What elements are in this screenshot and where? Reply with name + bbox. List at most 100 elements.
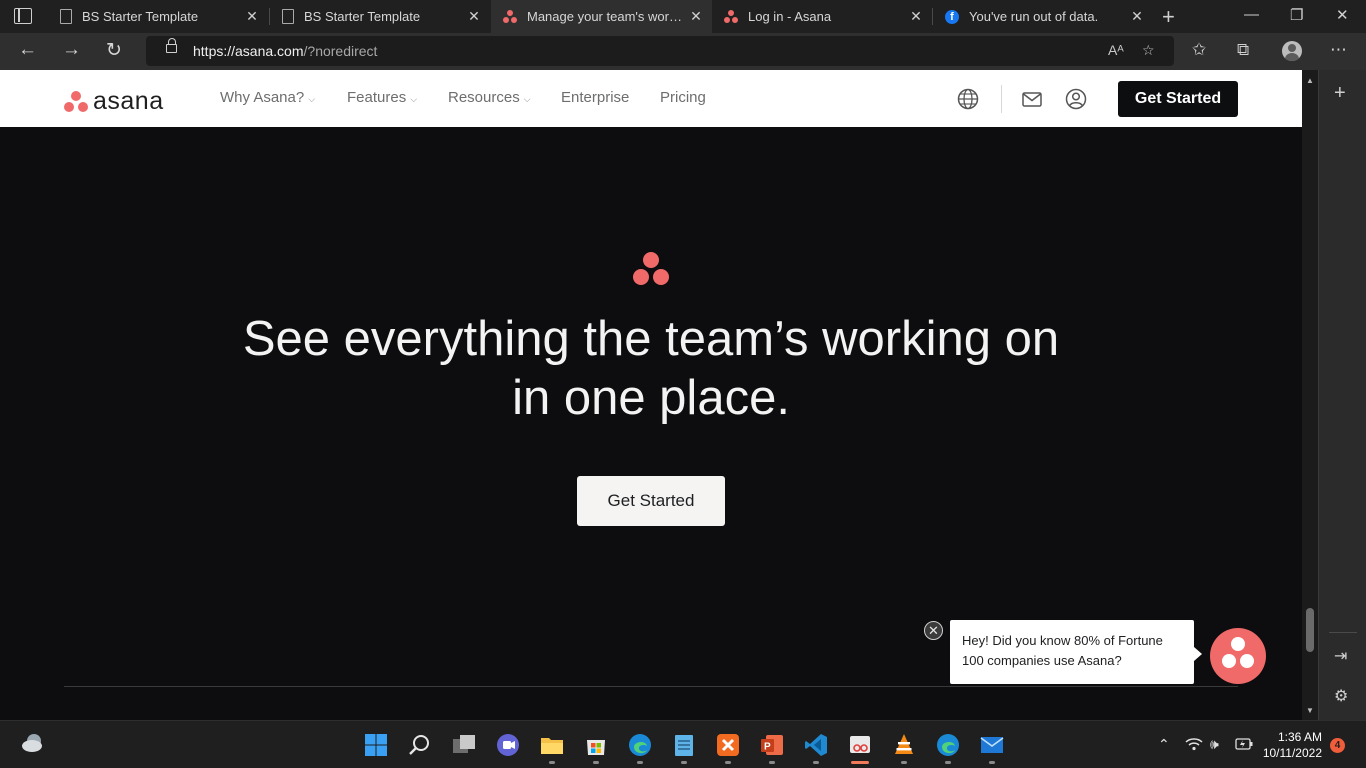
browser-tab[interactable]: f You've run out of data. ✕ xyxy=(933,0,1153,33)
chat-message-bubble[interactable]: Hey! Did you know 80% of Fortune 100 com… xyxy=(950,620,1202,684)
profile-icon[interactable] xyxy=(1282,41,1302,61)
browser-tab-strip: BS Starter Template ✕ BS Starter Templat… xyxy=(0,0,1366,33)
tab-close-icon[interactable]: ✕ xyxy=(466,8,482,25)
page-scrollbar[interactable]: ▲ ▼ xyxy=(1302,70,1318,720)
browser-tab[interactable]: BS Starter Template ✕ xyxy=(270,0,490,33)
chevron-down-icon: ⌵ xyxy=(308,94,316,104)
running-indicator xyxy=(681,761,687,764)
windows-taskbar: P ⌃ 🕪 1:36 AM 10/11/2022 4 xyxy=(0,720,1366,768)
browser-tab[interactable]: BS Starter Template ✕ xyxy=(48,0,268,33)
collections-icon[interactable]: ⧉ xyxy=(1237,40,1249,60)
search-icon[interactable] xyxy=(408,733,432,757)
tab-close-icon[interactable]: ✕ xyxy=(244,8,260,25)
add-sidebar-app-icon[interactable]: + xyxy=(1334,82,1346,105)
wifi-icon[interactable] xyxy=(1185,737,1203,751)
hero-title: See everything the team’s working on in … xyxy=(242,312,1060,425)
lock-icon[interactable] xyxy=(166,38,177,53)
volume-icon[interactable]: 🕪 xyxy=(1210,736,1219,753)
browser-tab-active[interactable]: Manage your team's work, pr ✕ xyxy=(491,0,712,33)
task-view-icon[interactable] xyxy=(452,733,476,757)
nav-pricing[interactable]: Pricing xyxy=(660,89,706,106)
file-explorer-icon[interactable] xyxy=(540,733,564,757)
refresh-icon[interactable]: ↻ xyxy=(106,39,122,62)
sidebar-divider xyxy=(1329,632,1357,633)
sidebar-settings-icon[interactable]: ⚙ xyxy=(1334,686,1348,706)
running-indicator xyxy=(945,761,951,764)
xampp-icon[interactable] xyxy=(716,733,740,757)
chat-launcher-button[interactable] xyxy=(1210,628,1266,684)
running-indicator xyxy=(813,761,819,764)
windows-start-icon[interactable] xyxy=(364,733,388,757)
running-indicator xyxy=(593,761,599,764)
running-indicator xyxy=(989,761,995,764)
nav-why-asana[interactable]: Why Asana? ⌵ xyxy=(220,89,315,106)
system-clock[interactable]: 1:36 AM 10/11/2022 xyxy=(1262,729,1322,761)
show-hidden-icons-icon[interactable]: ⌃ xyxy=(1158,736,1170,753)
running-indicator xyxy=(637,761,643,764)
vlc-icon[interactable] xyxy=(892,733,916,757)
restore-icon[interactable]: ❐ xyxy=(1290,6,1303,24)
tab-title: Log in - Asana xyxy=(748,9,832,24)
edge-icon[interactable] xyxy=(936,733,960,757)
user-account-icon[interactable] xyxy=(1065,88,1087,110)
notepad-icon[interactable] xyxy=(672,733,696,757)
scroll-down-icon[interactable]: ▼ xyxy=(1306,706,1314,715)
browser-toolbar: ← → ↻ https://asana.com/?noredirect Aᴬ ☆… xyxy=(0,33,1366,70)
back-icon[interactable]: ← xyxy=(18,39,37,61)
vscode-icon[interactable] xyxy=(804,733,828,757)
running-indicator xyxy=(901,761,907,764)
read-aloud-icon[interactable]: Aᴬ xyxy=(1108,42,1124,58)
site-header: asana Why Asana? ⌵ Features ⌵ Resources ⌵ E… xyxy=(0,70,1302,127)
microsoft-store-icon[interactable] xyxy=(584,733,608,757)
battery-icon[interactable] xyxy=(1235,738,1253,750)
asana-logo[interactable]: asana xyxy=(63,87,164,116)
asana-icon xyxy=(503,9,517,24)
tab-close-icon[interactable]: ✕ xyxy=(908,8,924,25)
notification-badge[interactable]: 4 xyxy=(1330,738,1345,753)
new-tab-icon[interactable]: + xyxy=(1162,4,1175,30)
favorites-icon[interactable]: ✩ xyxy=(1192,40,1206,60)
asana-logo-icon xyxy=(63,90,89,113)
mail-icon[interactable] xyxy=(1021,88,1043,110)
header-divider xyxy=(1001,85,1002,113)
powerpoint-icon[interactable]: P xyxy=(760,733,784,757)
close-chat-icon[interactable]: ✕ xyxy=(924,621,943,640)
weather-icon[interactable] xyxy=(20,731,46,755)
close-window-icon[interactable]: ✕ xyxy=(1336,6,1349,24)
edge-sidebar: + ⇥ ⚙ xyxy=(1318,70,1366,720)
scroll-up-icon[interactable]: ▲ xyxy=(1306,76,1314,85)
nav-enterprise[interactable]: Enterprise xyxy=(561,89,629,106)
active-app-indicator xyxy=(851,761,869,764)
hero-get-started-button[interactable]: Get Started xyxy=(577,476,725,526)
add-favorite-icon[interactable]: ☆ xyxy=(1142,42,1155,59)
snipping-tool-icon[interactable] xyxy=(848,733,872,757)
minimize-icon[interactable]: — xyxy=(1244,6,1259,23)
hide-sidebar-icon[interactable]: ⇥ xyxy=(1334,646,1347,666)
scrollbar-thumb[interactable] xyxy=(1306,608,1314,652)
header-get-started-button[interactable]: Get Started xyxy=(1118,81,1238,117)
edge-icon[interactable] xyxy=(628,733,652,757)
tab-actions-icon[interactable] xyxy=(14,8,32,24)
browser-tab[interactable]: Log in - Asana ✕ xyxy=(712,0,932,33)
chevron-down-icon: ⌵ xyxy=(410,94,418,104)
address-bar[interactable]: https://asana.com/?noredirect Aᴬ ☆ xyxy=(146,36,1174,66)
tab-title: You've run out of data. xyxy=(969,9,1099,24)
url-text[interactable]: https://asana.com/?noredirect xyxy=(193,43,377,59)
forward-icon[interactable]: → xyxy=(62,39,81,61)
tab-close-icon[interactable]: ✕ xyxy=(1129,8,1145,25)
more-options-icon[interactable]: ⋯ xyxy=(1330,40,1347,60)
facebook-icon: f xyxy=(945,9,959,24)
tab-close-icon[interactable]: ✕ xyxy=(688,8,704,25)
section-divider xyxy=(64,686,1238,687)
tab-title: BS Starter Template xyxy=(82,9,199,24)
svg-text:P: P xyxy=(764,742,771,753)
document-icon xyxy=(282,9,294,24)
teams-chat-icon[interactable] xyxy=(496,733,520,757)
document-icon xyxy=(60,9,72,24)
mail-icon[interactable] xyxy=(980,733,1004,757)
nav-features[interactable]: Features ⌵ xyxy=(347,89,417,106)
nav-resources[interactable]: Resources ⌵ xyxy=(448,89,531,106)
asana-icon xyxy=(724,9,738,24)
globe-icon[interactable] xyxy=(957,88,979,110)
tab-title: Manage your team's work, pr xyxy=(527,9,688,24)
